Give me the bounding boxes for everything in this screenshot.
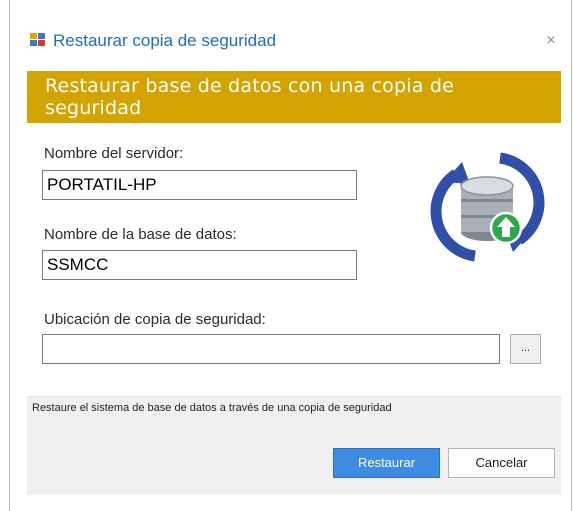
window-border-right (571, 0, 572, 511)
close-button[interactable]: × (540, 30, 562, 52)
database-name-input[interactable] (42, 250, 357, 280)
window-border-left (9, 0, 10, 511)
database-sync-icon (430, 152, 545, 262)
window-title: Restaurar copia de seguridad (53, 31, 277, 50)
footer-panel: Restaure el sistema de base de datos a t… (27, 396, 561, 495)
backup-location-input[interactable] (42, 334, 500, 364)
status-message: Restaure el sistema de base de datos a t… (32, 402, 392, 414)
database-name-label: Nombre de la base de datos: (44, 226, 237, 243)
browse-button[interactable]: ... (510, 334, 541, 364)
banner-title: Restaurar base de datos con una copia de… (45, 75, 454, 119)
server-name-label: Nombre del servidor: (44, 145, 184, 162)
server-name-input[interactable] (42, 170, 357, 200)
restore-button[interactable]: Restaurar (333, 448, 440, 478)
cancel-button[interactable]: Cancelar (448, 448, 555, 478)
header-banner: Restaurar base de datos con una copia de… (27, 71, 561, 123)
database-restore-icon (30, 33, 45, 46)
backup-location-label: Ubicación de copia de seguridad: (44, 311, 266, 328)
